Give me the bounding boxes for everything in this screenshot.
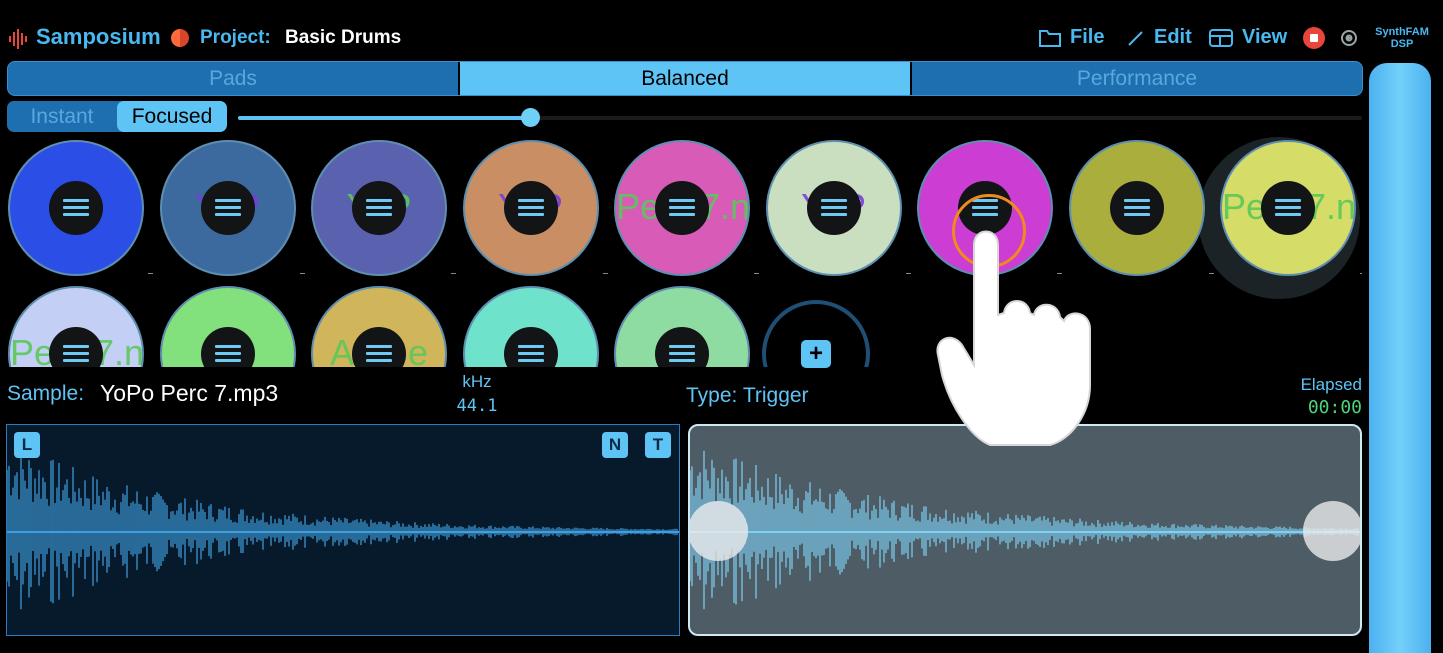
mode-tabs: Pads Balanced Performance [7, 61, 1363, 96]
plus-icon[interactable]: + [801, 340, 831, 368]
sample-label: Sample: [7, 382, 85, 405]
app-title: Samposium [36, 24, 161, 49]
pad[interactable] [614, 286, 750, 367]
menu-icon[interactable] [214, 345, 241, 363]
pad[interactable]: AMBe [311, 286, 447, 367]
menu-icon[interactable] [63, 199, 89, 217]
focused-option[interactable]: Focused [117, 101, 227, 132]
khz-value: 44.1 [456, 396, 498, 416]
brand-badge: SynthFAM DSP [1368, 26, 1436, 50]
focus-toggle: Instant Focused [7, 101, 227, 132]
layout-icon [1209, 28, 1233, 47]
gear-icon[interactable] [1338, 27, 1360, 49]
pad[interactable]: YoP [311, 140, 447, 276]
loop-tag[interactable]: L [14, 432, 40, 458]
brand-name: SynthFAM [1375, 26, 1429, 38]
pad[interactable] [8, 140, 144, 276]
instant-option[interactable]: Instant [7, 101, 117, 132]
type-label[interactable]: Type: Trigger [686, 384, 809, 408]
menu-icon[interactable] [669, 345, 695, 363]
pad[interactable]: Perc 7.n [1220, 140, 1356, 276]
project-label: Project: [200, 27, 271, 48]
normalize-tag[interactable]: N [602, 432, 628, 458]
file-menu-label: File [1070, 26, 1105, 48]
menu-icon[interactable] [517, 345, 544, 363]
pad-separator [1360, 273, 1362, 274]
zoom-slider-knob[interactable] [521, 108, 540, 127]
view-menu[interactable]: View [1208, 26, 1287, 49]
stop-button[interactable] [1303, 27, 1325, 49]
folder-icon [1039, 29, 1061, 47]
pad[interactable]: YoP [765, 140, 902, 276]
pad[interactable]: YoP [462, 140, 599, 276]
pad-separator [754, 273, 759, 274]
pencil-icon [1128, 30, 1143, 46]
start-handle[interactable] [690, 501, 748, 561]
project-name[interactable]: Basic Drums [285, 27, 401, 49]
menu-icon[interactable] [1275, 199, 1301, 217]
menu-icon[interactable] [366, 199, 392, 217]
pad-separator [148, 273, 153, 274]
file-menu[interactable]: File [1038, 26, 1104, 49]
pad-separator [1208, 273, 1214, 274]
pad-separator [451, 273, 456, 274]
pad-separator [602, 273, 608, 274]
pointing-hand-icon [936, 230, 1091, 446]
sample-name: YoPo Perc 7.mp3 [100, 380, 279, 406]
brand-sub: DSP [1390, 38, 1414, 50]
view-menu-label: View [1242, 26, 1288, 48]
tab-performance[interactable]: Performance [912, 62, 1362, 95]
zoom-slider-fill [238, 116, 530, 120]
menu-icon[interactable] [214, 199, 241, 217]
pad[interactable]: Perc 7.n [614, 140, 750, 276]
menu-icon[interactable] [366, 345, 392, 363]
pad[interactable] [462, 286, 599, 367]
waveform-logo-icon [9, 29, 27, 49]
waveform-left-graphic [7, 450, 679, 610]
menu-icon[interactable] [63, 345, 89, 363]
volume-meter[interactable] [1369, 63, 1431, 653]
half-circle-icon[interactable] [171, 29, 189, 47]
khz-label: kHz [462, 372, 492, 391]
edit-menu[interactable]: Edit [1126, 26, 1192, 49]
sample-waveform[interactable]: L N T [6, 424, 680, 636]
tab-pads[interactable]: Pads [8, 62, 460, 95]
menu-icon[interactable] [669, 199, 695, 217]
menu-icon[interactable] [820, 199, 847, 217]
tab-balanced[interactable]: Balanced [460, 62, 912, 95]
menu-icon[interactable] [517, 199, 544, 217]
pad-separator [905, 273, 911, 274]
pad[interactable]: YoP [159, 140, 296, 276]
pad-separator [299, 273, 305, 274]
pad[interactable] [159, 286, 296, 367]
edit-menu-label: Edit [1154, 26, 1192, 48]
pad-grid: YoPYoPYoPPerc 7.nYoPYYPerc 7.nPerc 7.nAM… [0, 137, 1362, 367]
trim-tag[interactable]: T [645, 432, 671, 458]
end-handle[interactable] [1303, 501, 1360, 561]
pad[interactable]: Perc 7.n [8, 286, 144, 367]
elapsed-label: Elapsed [1300, 375, 1362, 394]
elapsed-value: 00:00 [1307, 397, 1362, 418]
menu-icon[interactable] [1123, 199, 1150, 217]
